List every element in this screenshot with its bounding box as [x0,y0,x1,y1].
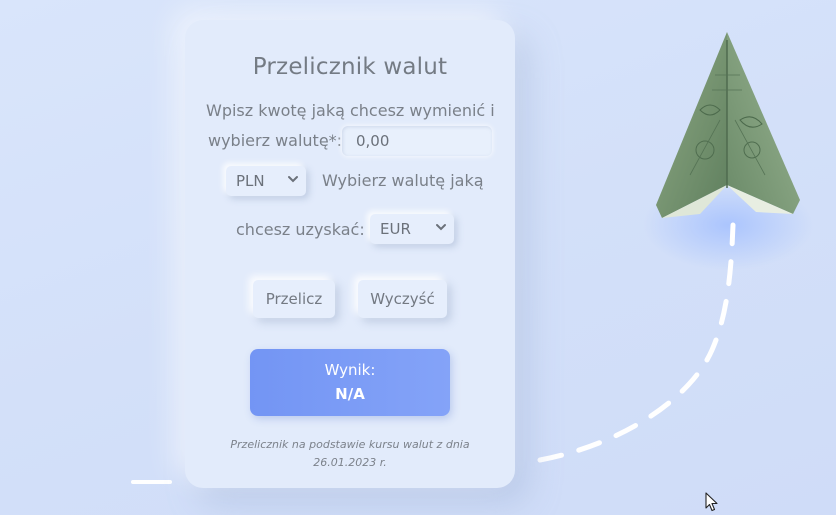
chevron-down-icon [436,224,446,231]
to-currency-value: EUR [380,220,411,238]
from-currency-value: PLN [236,172,265,190]
page-title: Przelicznik walut [252,54,448,80]
converter-card: Przelicznik walut Wpisz kwotę jaką chces… [185,20,515,488]
amount-input[interactable] [342,126,492,156]
exchange-rate-footnote: Przelicznik na podstawie kursu walut z d… [230,438,470,469]
amount-instruction-text: Wpisz kwotę jaką chcesz wymienić i [206,101,495,120]
result-value: N/A [335,385,365,403]
mouse-cursor-icon [705,492,718,512]
clear-button[interactable]: Wyczyść [358,280,447,318]
to-currency-select[interactable]: EUR [370,214,454,244]
target-currency-text: Wybierz walutę jaką [322,171,484,190]
result-label: Wynik: [324,361,376,379]
chevron-down-icon [288,176,298,183]
convert-button[interactable]: Przelicz [253,280,335,318]
result-panel: Wynik: N/A [250,349,450,416]
amount-instruction-text-cont: wybierz walutę*: [208,131,343,150]
from-currency-select[interactable]: PLN [226,166,306,196]
target-currency-text-cont: chcesz uzyskać: [236,220,365,239]
